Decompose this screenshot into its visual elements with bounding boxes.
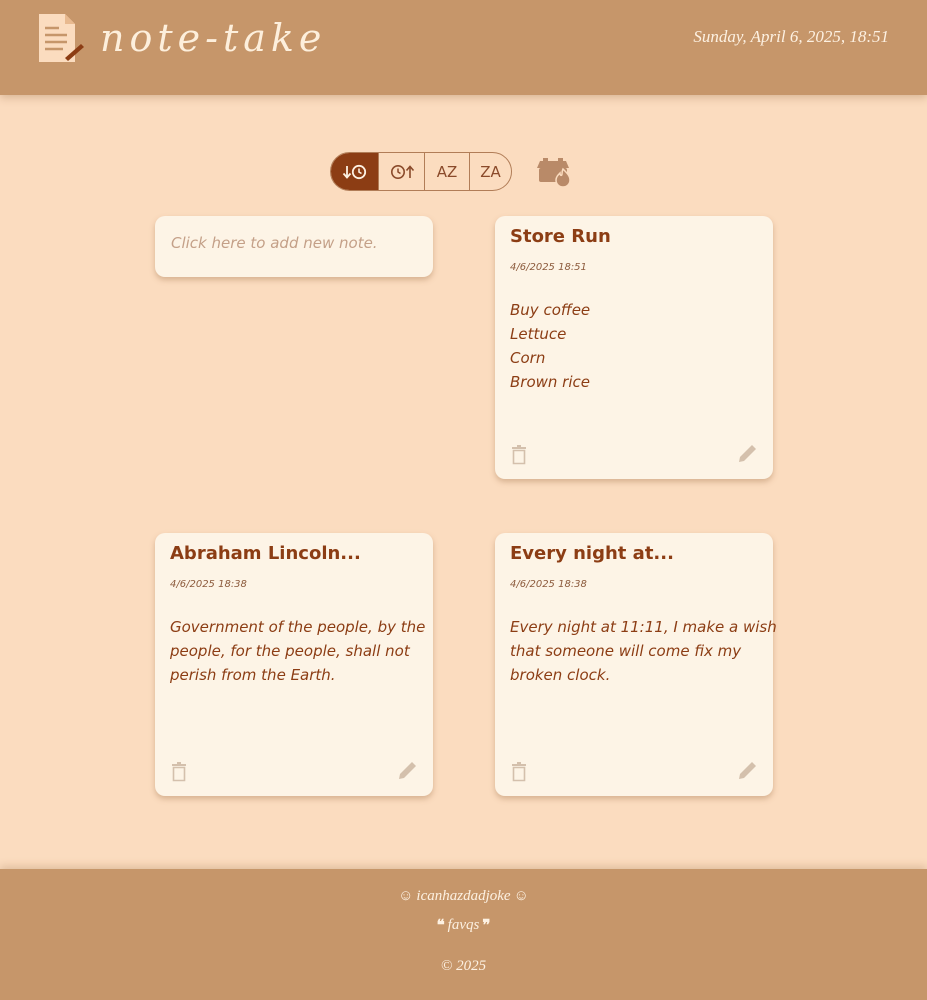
note-date: 4/6/2025 18:38	[170, 579, 247, 590]
note-line: Corn	[510, 349, 546, 367]
note-line: Every night at 11:11, I make a wish	[510, 618, 777, 636]
note-line: people, for the people, shall not	[170, 642, 410, 660]
trash-icon[interactable]	[511, 762, 527, 782]
app-header: note-take Sunday, April 6, 2025, 18:51	[0, 0, 927, 95]
note-card[interactable]: Store Run 4/6/2025 18:51 Buy coffee Lett…	[495, 216, 773, 479]
note-line: broken clock.	[510, 666, 611, 684]
notepad-pencil-icon	[39, 14, 84, 62]
note-title: Store Run	[510, 226, 611, 247]
trash-icon[interactable]	[171, 762, 187, 782]
note-card[interactable]: Abraham Lincoln... 4/6/2025 18:38 Govern…	[155, 533, 433, 796]
note-line: Buy coffee	[510, 301, 591, 319]
quotes-link[interactable]: ❝ favqs ❞	[0, 916, 927, 935]
smiley-icon: ☺	[513, 888, 529, 904]
app-brand[interactable]: note-take	[100, 16, 326, 60]
note-title: Abraham Lincoln...	[170, 543, 361, 564]
pencil-icon[interactable]	[738, 760, 758, 780]
sort-oldest-button[interactable]	[378, 153, 424, 190]
app-footer: ☺ icanhazdadjoke ☺ ❝ favqs ❞ © 2025	[0, 869, 927, 1000]
note-title: Every night at...	[510, 543, 674, 564]
sort-newest-button[interactable]	[331, 153, 378, 190]
new-note-placeholder: Click here to add new note.	[171, 234, 378, 252]
smiley-icon: ☺	[398, 888, 414, 904]
sort-az-button[interactable]: AZ	[424, 153, 469, 190]
current-datetime: Sunday, April 6, 2025, 18:51	[693, 27, 889, 46]
note-line: Government of the people, by the	[170, 618, 426, 636]
sort-oldest-icon	[390, 164, 414, 179]
pencil-icon[interactable]	[738, 443, 758, 463]
storefront-fire-icon[interactable]	[536, 155, 572, 189]
joke-link[interactable]: ☺ icanhazdadjoke ☺	[0, 888, 927, 905]
quotes-link-label: favqs	[447, 917, 480, 933]
trash-icon[interactable]	[511, 445, 527, 465]
note-body: Every night at 11:11, I make a wish that…	[510, 615, 777, 687]
quote-close-icon: ❞	[482, 918, 491, 934]
joke-link-label: icanhazdadjoke	[416, 888, 511, 904]
note-card[interactable]: Every night at... 4/6/2025 18:38 Every n…	[495, 533, 777, 796]
note-body: Government of the people, by the people,…	[170, 615, 426, 687]
new-note-input[interactable]: Click here to add new note.	[155, 216, 433, 277]
note-body: Buy coffee Lettuce Corn Brown rice	[510, 298, 758, 394]
pencil-icon[interactable]	[398, 760, 418, 780]
note-line: Lettuce	[510, 325, 567, 343]
quote-open-icon: ❝	[436, 918, 445, 934]
note-line: perish from the Earth.	[170, 666, 336, 684]
note-date: 4/6/2025 18:51	[510, 262, 587, 273]
sort-newest-icon	[342, 164, 366, 179]
sort-controls: AZ ZA	[330, 152, 512, 191]
copyright: © 2025	[440, 958, 487, 974]
note-date: 4/6/2025 18:38	[510, 579, 587, 590]
sort-za-button[interactable]: ZA	[469, 153, 511, 190]
note-line: that someone will come fix my	[510, 642, 742, 660]
note-line: Brown rice	[510, 373, 590, 391]
